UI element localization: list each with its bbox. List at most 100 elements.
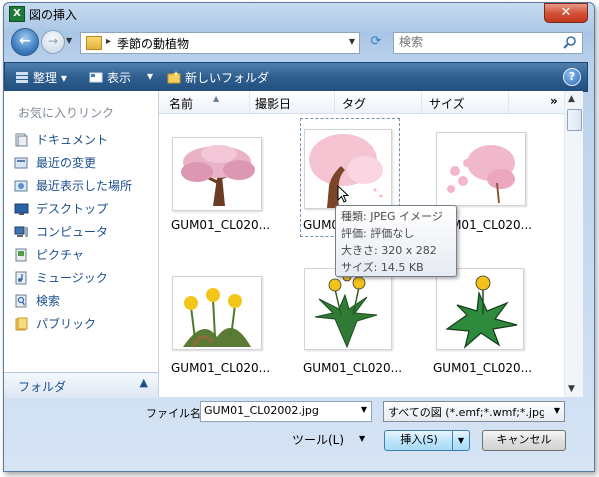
insert-button[interactable]: 挿入(S) ▼ bbox=[384, 430, 470, 451]
sort-ascending-icon: ▲ bbox=[213, 94, 220, 103]
column-divider[interactable] bbox=[334, 91, 335, 113]
new-folder-button[interactable]: 新しいフォルダ bbox=[167, 69, 269, 86]
computer-icon bbox=[14, 226, 28, 237]
refresh-button[interactable]: ⟳ bbox=[365, 32, 387, 52]
file-type-filter[interactable]: すべての図 (*.emf;*.wmf;*.jpg;*.jpe ▼ bbox=[383, 401, 565, 422]
scrollbar-thumb[interactable] bbox=[567, 109, 582, 131]
organize-label: 整理 bbox=[33, 71, 58, 85]
scroll-up-icon[interactable]: ▲ bbox=[568, 94, 575, 104]
back-button[interactable]: ← bbox=[11, 28, 39, 56]
thumbnail-dandelions[interactable] bbox=[172, 276, 262, 350]
column-tags[interactable]: タグ bbox=[342, 95, 366, 112]
nav-item-label: 検索 bbox=[36, 294, 61, 308]
chevron-up-icon[interactable]: ▲ bbox=[140, 376, 148, 389]
search-input[interactable] bbox=[394, 33, 549, 51]
cancel-button[interactable]: キャンセル bbox=[482, 430, 566, 451]
cherry-clusters-image bbox=[447, 145, 515, 204]
nav-item-recent-places[interactable]: 最近表示した場所 bbox=[14, 177, 132, 197]
thumbnail-cherry-clusters[interactable] bbox=[436, 132, 526, 206]
tooltip-rating: 評価: 評価なし bbox=[341, 227, 415, 240]
music-icon bbox=[15, 271, 27, 285]
forward-button[interactable]: → bbox=[41, 30, 65, 54]
column-divider[interactable] bbox=[508, 91, 509, 113]
views-label: 表示 bbox=[107, 71, 132, 85]
address-dropdown-icon[interactable]: ▼ bbox=[349, 37, 355, 46]
column-divider[interactable] bbox=[421, 91, 422, 113]
title-bar: X 図の挿入 ✕ bbox=[4, 3, 594, 25]
public-folder-icon bbox=[15, 317, 28, 331]
column-name[interactable]: 名前 ▲ bbox=[169, 94, 219, 112]
new-folder-icon bbox=[167, 71, 181, 84]
breadcrumb-current-folder[interactable]: 季節の動植物 bbox=[117, 35, 189, 52]
more-columns-icon[interactable]: » bbox=[550, 94, 558, 108]
filename-input[interactable] bbox=[201, 402, 352, 419]
search-icon[interactable] bbox=[562, 35, 578, 51]
folders-toggle[interactable]: フォルダ ▲ bbox=[4, 372, 158, 398]
filename-combobox[interactable]: ▼ bbox=[200, 401, 372, 422]
recent-changes-icon bbox=[14, 157, 28, 169]
nav-item-documents[interactable]: ドキュメント bbox=[14, 131, 108, 151]
recent-places-icon bbox=[14, 180, 28, 192]
thumbnail-dandelion-plant[interactable] bbox=[304, 268, 392, 350]
views-menu[interactable]: 表示 bbox=[89, 69, 131, 86]
tools-dropdown-icon[interactable]: ▼ bbox=[359, 434, 365, 443]
organize-icon bbox=[16, 72, 28, 83]
organize-menu[interactable]: 整理 ▾ bbox=[15, 69, 67, 86]
nav-item-computer[interactable]: コンピュータ bbox=[14, 223, 108, 243]
dandelion-leaves-image bbox=[445, 275, 518, 349]
mouse-cursor-icon bbox=[337, 185, 349, 203]
scroll-down-icon[interactable]: ▼ bbox=[568, 384, 575, 394]
file-info-tooltip: 種類: JPEG イメージ 評価: 評価なし 大きさ: 320 x 282 サイ… bbox=[335, 205, 457, 277]
address-bar[interactable]: ▸ 季節の動植物 ▼ bbox=[80, 32, 360, 54]
insert-options-dropdown-icon[interactable]: ▼ bbox=[452, 431, 469, 450]
favorites-title: お気に入りリンク bbox=[18, 106, 115, 120]
folders-label: フォルダ bbox=[18, 380, 67, 394]
search-folder-icon bbox=[15, 294, 27, 308]
documents-icon bbox=[15, 133, 28, 147]
help-button[interactable]: ? bbox=[563, 68, 581, 86]
close-button[interactable]: ✕ bbox=[544, 3, 588, 23]
vertical-scrollbar[interactable]: ▲ ▼ bbox=[564, 91, 583, 397]
views-icon bbox=[89, 72, 103, 83]
tools-menu[interactable]: ツール(L) bbox=[292, 431, 344, 448]
column-header-row: 名前 ▲ 撮影日 タグ サイズ » bbox=[159, 91, 578, 114]
nav-item-label: デスクトップ bbox=[36, 202, 109, 216]
thumbnail-cherry-tree[interactable] bbox=[172, 137, 262, 211]
file-name-label: GUM01_CL020... bbox=[433, 361, 533, 375]
views-dropdown[interactable]: ▾ bbox=[147, 69, 153, 83]
search-field[interactable] bbox=[393, 32, 583, 54]
new-folder-label: 新しいフォルダ bbox=[185, 71, 270, 85]
nav-item-public[interactable]: パブリック bbox=[14, 315, 96, 335]
navigation-pane: お気に入りリンク ドキュメント 最近の変更 最近表示した場所 デスクトップ コン… bbox=[4, 91, 159, 397]
insert-button-label: 挿入(S) bbox=[400, 433, 438, 446]
pictures-icon bbox=[15, 248, 27, 262]
command-toolbar: 整理 ▾ 表示 ▾ 新しいフォルダ ? bbox=[4, 62, 588, 92]
nav-item-music[interactable]: ミュージック bbox=[14, 269, 108, 289]
filename-dropdown-icon[interactable]: ▼ bbox=[361, 405, 367, 414]
column-size[interactable]: サイズ bbox=[429, 95, 465, 112]
nav-item-search[interactable]: 検索 bbox=[14, 292, 60, 312]
address-row: ← → ▼ ▸ 季節の動植物 ▼ ⟳ bbox=[3, 24, 593, 60]
nav-item-label: 最近の変更 bbox=[36, 156, 97, 170]
nav-item-desktop[interactable]: デスクトップ bbox=[14, 200, 108, 220]
nav-item-label: ドキュメント bbox=[36, 133, 109, 147]
nav-item-label: 最近表示した場所 bbox=[36, 179, 133, 193]
nav-item-pictures[interactable]: ピクチャ bbox=[14, 246, 84, 266]
excel-icon: X bbox=[9, 6, 25, 22]
nav-item-label: パブリック bbox=[36, 317, 97, 331]
file-name-label: GUM01_CL020... bbox=[171, 361, 271, 375]
column-date-taken[interactable]: 撮影日 bbox=[255, 95, 291, 112]
filter-dropdown-icon[interactable]: ▼ bbox=[554, 406, 560, 415]
nav-item-recent-changes[interactable]: 最近の変更 bbox=[14, 154, 96, 174]
tooltip-size: サイズ: 14.5 KB bbox=[341, 261, 424, 274]
breadcrumb-separator-icon[interactable]: ▸ bbox=[106, 36, 111, 47]
tooltip-type: 種類: JPEG イメージ bbox=[341, 210, 443, 223]
dandelions-image bbox=[183, 288, 251, 348]
recent-pages-dropdown[interactable]: ▼ bbox=[66, 36, 72, 45]
thumbnail-dandelion-leaves[interactable] bbox=[436, 268, 524, 350]
file-type-filter-value: すべての図 (*.emf;*.wmf;*.jpg;*.jpe bbox=[388, 406, 544, 419]
column-name-label: 名前 bbox=[169, 97, 194, 111]
column-divider[interactable] bbox=[249, 91, 250, 113]
nav-item-label: ミュージック bbox=[36, 271, 108, 285]
desktop-icon bbox=[14, 203, 29, 215]
